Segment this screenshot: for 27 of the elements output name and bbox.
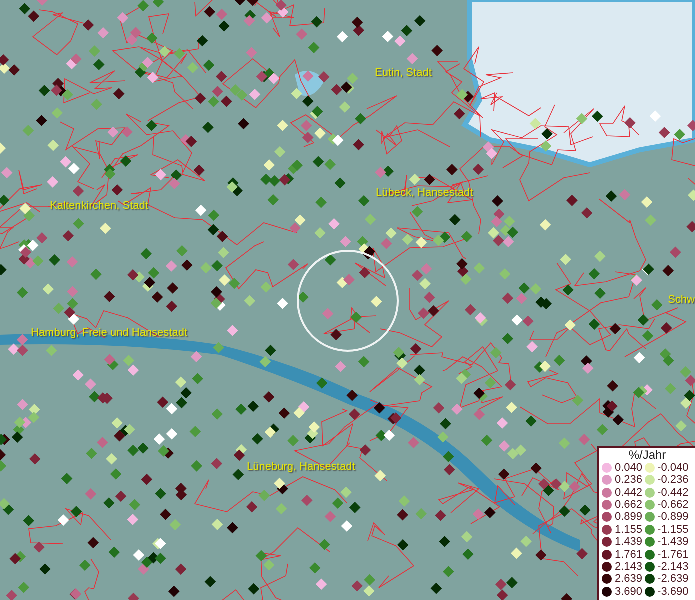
legend-label: 0.442 xyxy=(615,486,643,499)
legend-label: -1.155 xyxy=(658,524,689,536)
legend-label: 0.040 xyxy=(615,462,643,474)
legend-label: -0.040 xyxy=(658,462,689,474)
legend-label: 0.899 xyxy=(615,511,643,524)
legend-label: -1.761 xyxy=(658,548,689,561)
place-label: Kaltenkirchen, Stadt xyxy=(50,200,148,212)
legend-label: -0.236 xyxy=(658,474,689,486)
legend-title: %/Jahr xyxy=(628,448,668,462)
legend-label: -0.442 xyxy=(658,486,689,499)
place-label: Lüneburg, Hansestadt xyxy=(247,461,356,473)
legend-label: -3.690 xyxy=(658,586,689,598)
place-label: Eutin, Stadt xyxy=(375,67,432,79)
legend-label: -0.899 xyxy=(658,511,689,524)
legend-label: 0.236 xyxy=(615,474,643,486)
legend-label: 2.639 xyxy=(615,573,643,586)
legend-label: 1.761 xyxy=(615,548,643,561)
legend-label: 1.155 xyxy=(615,524,643,536)
legend-label: 2.143 xyxy=(615,561,643,574)
legend-label: -0.662 xyxy=(658,499,689,512)
legend-label: -1.439 xyxy=(658,536,689,548)
legend-label: -2.639 xyxy=(658,573,689,586)
place-label: Schw xyxy=(668,294,695,306)
legend-label: -2.143 xyxy=(658,561,689,574)
legend-label: 1.439 xyxy=(615,536,643,548)
legend-label: 3.690 xyxy=(615,586,643,598)
legend-label: 0.662 xyxy=(615,499,643,512)
